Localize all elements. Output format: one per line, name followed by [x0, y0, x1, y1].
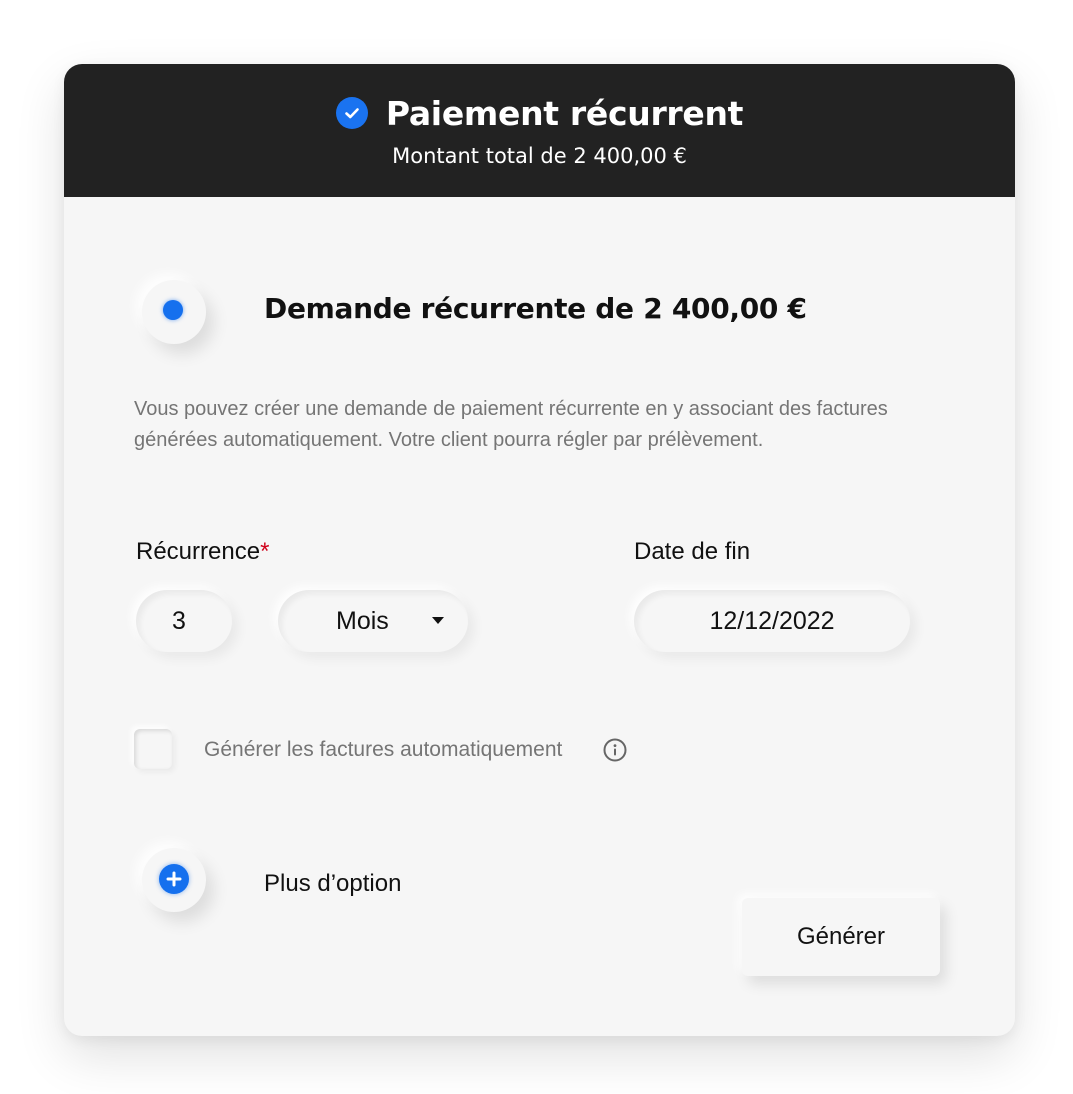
recurrence-label: Récurrence* [136, 538, 269, 566]
auto-invoice-label: Générer les factures automatiquement [204, 738, 563, 761]
recurrence-unit-select[interactable]: Mois [278, 590, 468, 652]
recurrence-count-value: 3 [172, 606, 186, 635]
more-options-label[interactable]: Plus d’option [264, 870, 401, 898]
required-mark: * [260, 538, 270, 565]
end-date-value: 12/12/2022 [709, 606, 835, 635]
recurrence-unit-value: Mois [336, 606, 389, 635]
radio-selected-dot [163, 300, 183, 320]
generate-button[interactable]: Générer [742, 898, 940, 976]
option-title: Demande récurrente de 2 400,00 € [264, 292, 807, 325]
check-circle-icon [335, 97, 368, 129]
recurrence-count-input[interactable]: 3 [136, 590, 232, 652]
end-date-label: Date de fin [634, 538, 751, 565]
info-icon[interactable] [603, 738, 627, 762]
recurring-request-radio[interactable] [142, 280, 206, 344]
end-date-input[interactable]: 12/12/2022 [634, 590, 910, 652]
total-amount: Montant total de 2 400,00 € [392, 144, 687, 168]
header-title-row: Paiement récurrent [64, 92, 1015, 134]
payment-card: Paiement récurrent Montant total de 2 40… [64, 64, 1015, 1036]
plus-icon [159, 864, 189, 894]
recurrence-label-text: Récurrence [136, 538, 261, 565]
auto-invoice-checkbox[interactable] [134, 729, 172, 769]
card-header: Paiement récurrent Montant total de 2 40… [64, 64, 1015, 197]
more-options-button[interactable] [142, 848, 206, 912]
chevron-down-icon [432, 617, 444, 624]
option-description: Vous pouvez créer une demande de paiemen… [134, 398, 888, 451]
page-title: Paiement récurrent [385, 93, 744, 133]
